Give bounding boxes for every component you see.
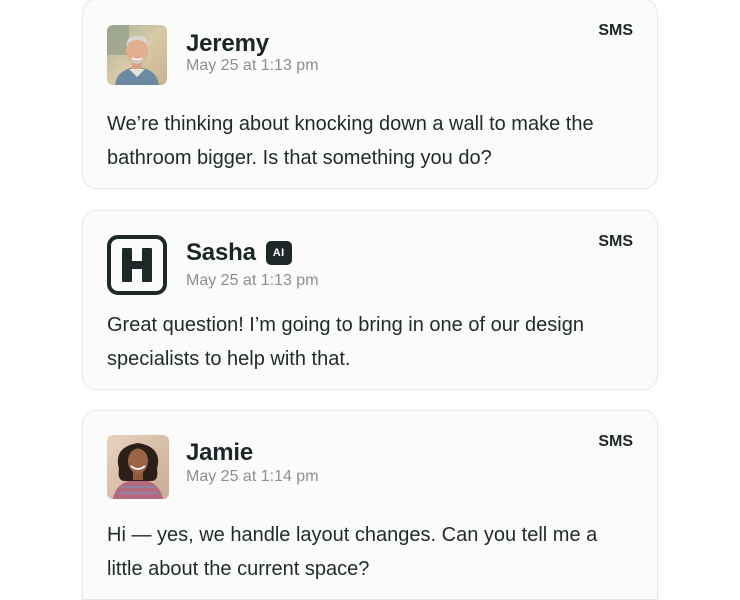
message-timestamp: May 25 at 1:14 pm	[186, 468, 319, 485]
author-name: Jamie	[186, 439, 254, 466]
avatar	[107, 435, 169, 499]
message-timestamp: May 25 at 1:13 pm	[186, 272, 319, 289]
message-card[interactable]: Jamie May 25 at 1:14 pm SMS Hi — yes, we…	[82, 410, 658, 600]
author-name: Sasha	[186, 239, 256, 266]
message-feed: Jeremy May 25 at 1:13 pm SMS We’re think…	[0, 0, 740, 600]
avatar	[107, 25, 167, 85]
author-row: Jamie	[186, 439, 253, 467]
channel-label: SMS	[598, 433, 633, 450]
brand-logo-icon	[107, 235, 167, 295]
message-card[interactable]: Jeremy May 25 at 1:13 pm SMS We’re think…	[82, 0, 658, 189]
channel-label: SMS	[598, 233, 633, 250]
ai-badge: AI	[265, 241, 292, 265]
message-text: Great question! I’m going to bring in on…	[107, 314, 584, 370]
author-row: Jeremy	[186, 30, 269, 58]
person-photo-icon	[107, 435, 169, 499]
avatar	[107, 235, 167, 295]
author-row: Sasha AI	[186, 239, 292, 267]
channel-label: SMS	[598, 22, 633, 39]
message-card[interactable]: Sasha AI May 25 at 1:13 pm SMS Great que…	[82, 210, 658, 390]
message-timestamp: May 25 at 1:13 pm	[186, 57, 319, 74]
message-text: Hi — yes, we handle layout changes. Can …	[107, 524, 598, 580]
author-name: Jeremy	[186, 30, 269, 57]
message-text: We’re thinking about knocking down a wal…	[107, 113, 594, 169]
person-photo-icon	[107, 25, 167, 85]
